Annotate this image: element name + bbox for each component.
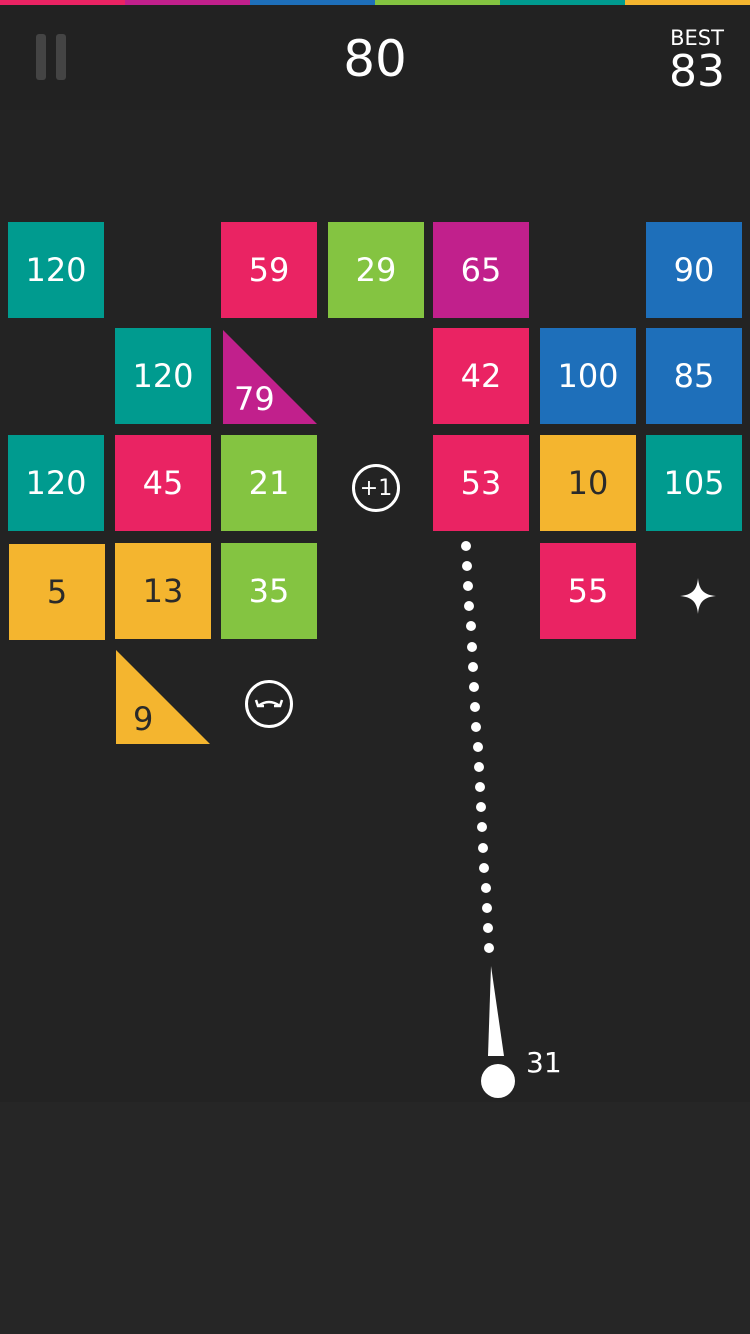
trajectory-dot: [461, 541, 471, 551]
color-bar-segment-pink: [0, 0, 125, 5]
trajectory-dot: [472, 742, 483, 752]
bounce-arrows-icon: [245, 680, 293, 728]
block-r2c4: 53: [433, 435, 529, 531]
triangle-block-r4c1-value: 9: [133, 700, 154, 738]
block-r1c1: 120: [115, 328, 211, 424]
aim-needle: [488, 966, 504, 1056]
trajectory-dot: [482, 922, 493, 933]
block-r1c5: 100: [540, 328, 636, 424]
trajectory-dot: [473, 762, 484, 773]
block-r0c6: 90: [646, 222, 742, 318]
top-color-bar: [0, 0, 750, 5]
color-bar-segment-magenta: [125, 0, 250, 5]
color-bar-segment-green: [375, 0, 500, 5]
color-bar-segment-blue: [250, 0, 375, 5]
launcher-ball[interactable]: [481, 1064, 515, 1098]
trajectory-dot: [470, 701, 481, 712]
trajectory-dot: [481, 902, 492, 913]
block-r2c2: 21: [221, 435, 317, 531]
trajectory-dot: [474, 782, 485, 793]
triangle-block-r1c2-value: 79: [234, 380, 275, 418]
block-r1c4: 42: [433, 328, 529, 424]
block-r0c3: 29: [328, 222, 424, 318]
block-r3c5: 55: [540, 543, 636, 639]
block-r0c2: 59: [221, 222, 317, 318]
block-r2c0: 120: [8, 435, 104, 531]
block-r2c6: 105: [646, 435, 742, 531]
color-bar-segment-yellow: [625, 0, 750, 5]
current-score: 80: [343, 30, 407, 88]
block-r0c4: 65: [433, 222, 529, 318]
trajectory-dot: [465, 621, 476, 632]
best-score-value: 83: [669, 46, 725, 97]
sparkle-star-icon: [680, 578, 716, 614]
block-r3c0: 5: [9, 544, 105, 640]
bottom-area: [0, 1102, 750, 1334]
trajectory-dot: [469, 681, 480, 692]
trajectory-dot: [484, 943, 494, 953]
trajectory-dot: [467, 661, 478, 672]
trajectory-dot: [480, 882, 491, 893]
block-r2c1: 45: [115, 435, 211, 531]
block-r3c2: 35: [221, 543, 317, 639]
bounce-arrows-glyph: [254, 699, 284, 708]
trajectory-dot: [466, 641, 477, 652]
color-bar-segment-teal: [500, 0, 625, 5]
ball-count: 31: [526, 1046, 562, 1079]
block-r1c6: 85: [646, 328, 742, 424]
block-r3c1: 13: [115, 543, 211, 639]
triangle-shape: [116, 650, 210, 744]
extra-ball-powerup: +1: [352, 464, 400, 512]
block-r0c0: 120: [8, 222, 104, 318]
triangle-block-r4c1: [116, 650, 210, 744]
trajectory-dot: [478, 842, 489, 853]
trajectory-dot: [479, 862, 490, 873]
extra-ball-powerup-label: +1: [359, 475, 393, 501]
block-r2c5: 10: [540, 435, 636, 531]
